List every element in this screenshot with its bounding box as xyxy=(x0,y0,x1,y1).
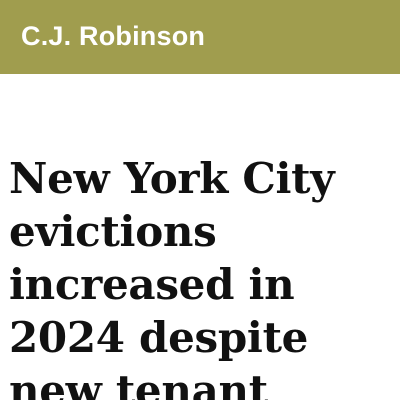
page: C.J. Robinson New York City evictions in… xyxy=(0,0,400,400)
article-headline: New York City evictions increased in 202… xyxy=(9,154,335,400)
article: New York City evictions increased in 202… xyxy=(0,74,400,400)
site-name-link[interactable]: C.J. Robinson xyxy=(21,20,205,52)
site-header: C.J. Robinson xyxy=(0,0,400,74)
